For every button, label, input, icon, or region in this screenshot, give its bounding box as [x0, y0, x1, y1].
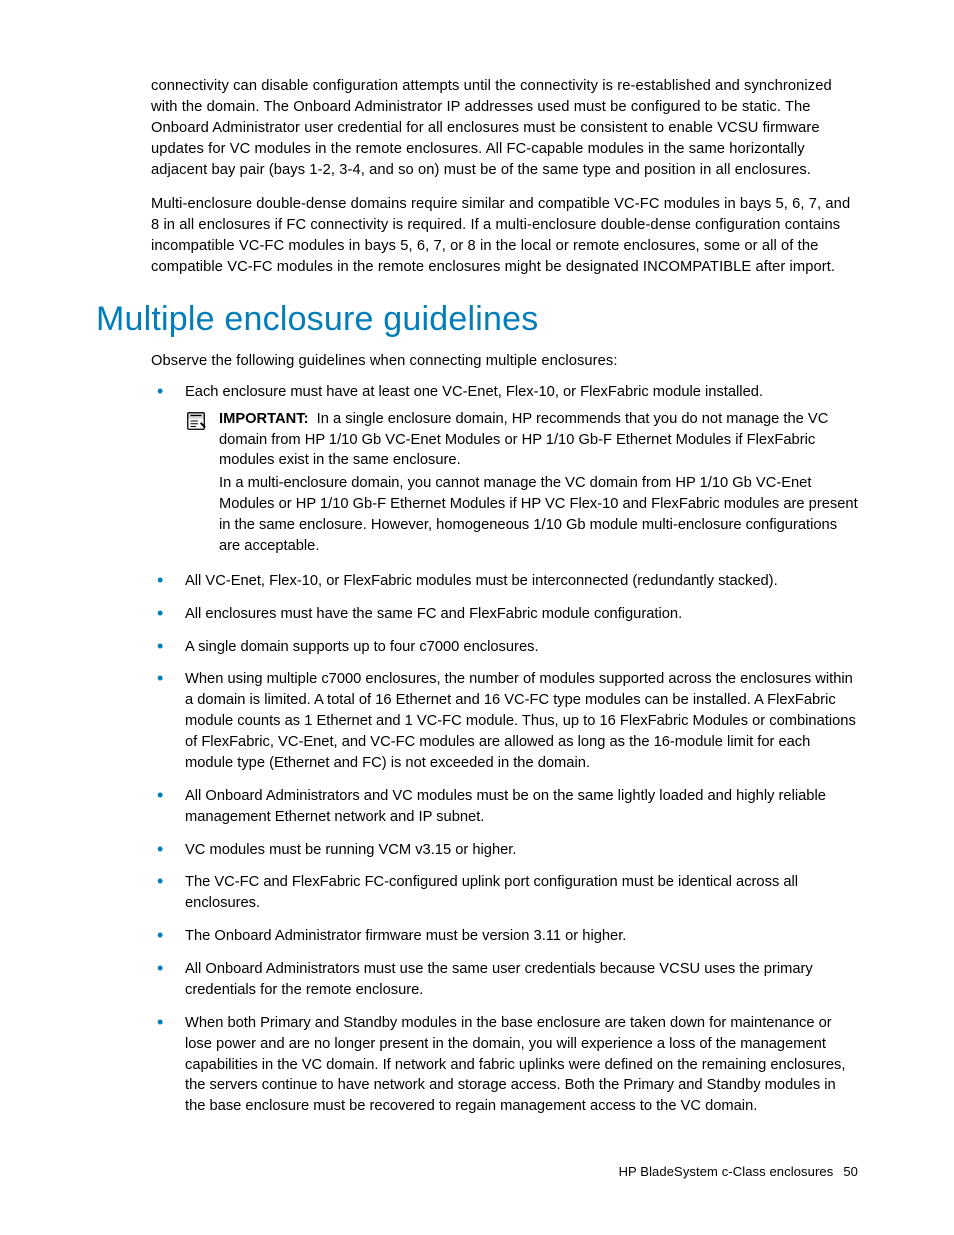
- list-item: A single domain supports up to four c700…: [151, 637, 858, 658]
- callout-label: IMPORTANT:: [219, 411, 308, 427]
- page-number: 50: [843, 1164, 858, 1179]
- important-icon: [185, 410, 209, 439]
- important-callout: IMPORTANT: In a single enclosure domain,…: [185, 409, 858, 557]
- list-item: When both Primary and Standby modules in…: [151, 1013, 858, 1117]
- list-item: All enclosures must have the same FC and…: [151, 604, 858, 625]
- list-item: All Onboard Administrators and VC module…: [151, 786, 858, 828]
- lead-paragraph: Observe the following guidelines when co…: [151, 351, 858, 372]
- list-item-text: Each enclosure must have at least one VC…: [185, 384, 763, 400]
- page-footer: HP BladeSystem c-Class enclosures 50: [619, 1164, 858, 1179]
- callout-p1: In a single enclosure domain, HP recomme…: [219, 411, 828, 469]
- list-item: VC modules must be running VCM v3.15 or …: [151, 840, 858, 861]
- intro-paragraph-1: connectivity can disable configuration a…: [151, 76, 858, 180]
- list-item: All VC-Enet, Flex-10, or FlexFabric modu…: [151, 571, 858, 592]
- section-heading: Multiple enclosure guidelines: [96, 300, 858, 339]
- bullet-list-a: Each enclosure must have at least one VC…: [151, 382, 858, 557]
- footer-title: HP BladeSystem c-Class enclosures: [619, 1164, 834, 1179]
- list-item: The Onboard Administrator firmware must …: [151, 926, 858, 947]
- list-item: The VC-FC and FlexFabric FC-configured u…: [151, 872, 858, 914]
- intro-paragraph-2: Multi-enclosure double-dense domains req…: [151, 194, 858, 278]
- page: connectivity can disable configuration a…: [0, 0, 954, 1235]
- callout-p2: In a multi-enclosure domain, you cannot …: [219, 473, 858, 557]
- list-item: All Onboard Administrators must use the …: [151, 959, 858, 1001]
- bullet-list-b: All VC-Enet, Flex-10, or FlexFabric modu…: [151, 571, 858, 1117]
- list-item: When using multiple c7000 enclosures, th…: [151, 669, 858, 773]
- callout-body: IMPORTANT: In a single enclosure domain,…: [219, 409, 858, 557]
- list-item: Each enclosure must have at least one VC…: [151, 382, 858, 557]
